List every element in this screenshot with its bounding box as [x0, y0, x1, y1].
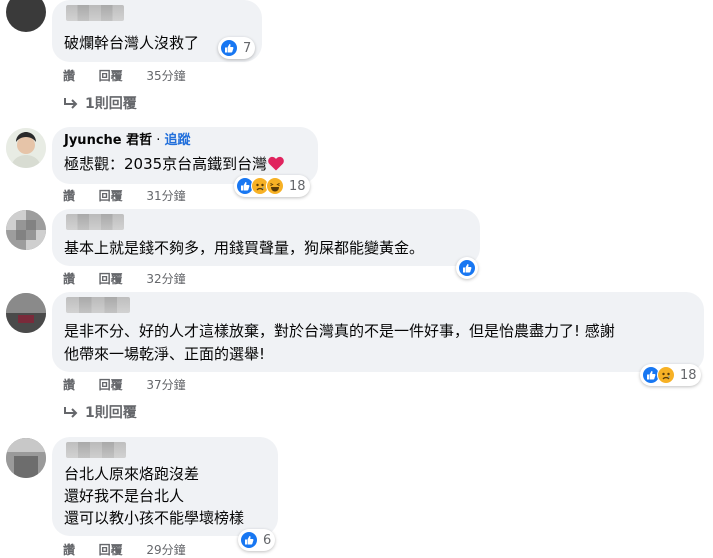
reaction-count: 6 — [263, 532, 272, 548]
comment-text-line: 台北人原來烙跑沒差 — [64, 465, 200, 483]
reply-link[interactable]: 回覆 — [99, 69, 123, 83]
blurred-author-name — [66, 297, 130, 313]
comment-actions: 讚 回覆 32分鐘 — [63, 270, 186, 287]
comment-text-line: 極悲觀：2035京台高鐵到台灣 — [64, 155, 268, 173]
reaction-summary[interactable]: 6 — [238, 529, 276, 551]
reaction-summary[interactable]: 18 — [640, 364, 701, 386]
heart-icon — [268, 156, 284, 171]
comment-bubble: 是非不分、好的人才這樣放棄，對於台灣真的不是一件好事，但是怡農盡力了! 感謝 他… — [52, 292, 704, 372]
comment-text-line: 是非不分、好的人才這樣放棄，對於台灣真的不是一件好事，但是怡農盡力了! 感謝 — [64, 322, 615, 340]
like-link[interactable]: 讚 — [63, 189, 75, 203]
timestamp[interactable]: 37分鐘 — [146, 378, 185, 392]
blurred-avatar-image — [6, 438, 46, 478]
reaction-count: 18 — [680, 367, 697, 383]
timestamp[interactable]: 35分鐘 — [146, 69, 185, 83]
comment-actions: 讚 回覆 35分鐘 — [63, 67, 186, 84]
thumbs-up-icon — [240, 531, 258, 549]
reaction-summary[interactable]: 18 — [234, 175, 310, 197]
reaction-count: 7 — [243, 40, 252, 56]
reply-arrow-icon — [64, 407, 78, 418]
avatar[interactable] — [6, 293, 46, 333]
comment-text-line: 還好我不是台北人 — [64, 487, 185, 505]
like-link[interactable]: 讚 — [63, 69, 75, 83]
comment-text: 破爛幹台灣人沒救了 — [64, 34, 200, 52]
comment-text-line: 還可以教小孩不能學壞榜樣 — [64, 509, 245, 527]
blurred-author-name — [66, 214, 124, 230]
comment-actions: 讚 回覆 37分鐘 — [63, 376, 186, 393]
thumbs-up-icon — [458, 259, 476, 277]
reply-link[interactable]: 回覆 — [99, 543, 123, 557]
blurred-author-name — [66, 5, 124, 21]
separator: · — [156, 133, 161, 148]
comment-bubble: 台北人原來烙跑沒差 還好我不是台北人 還可以教小孩不能學壞榜樣 — [52, 437, 278, 536]
reaction-summary[interactable]: 7 — [218, 37, 256, 59]
like-link[interactable]: 讚 — [63, 378, 75, 392]
reply-arrow-icon — [64, 98, 78, 109]
avatar[interactable] — [6, 128, 46, 168]
reply-link[interactable]: 回覆 — [99, 272, 123, 286]
view-replies-link[interactable]: 1則回覆 — [63, 93, 137, 113]
avatar[interactable] — [6, 210, 46, 250]
haha-face-icon — [266, 177, 284, 195]
author-name[interactable]: Jyunche 君哲 — [64, 133, 152, 148]
reaction-summary[interactable] — [456, 257, 478, 279]
sad-face-icon — [657, 366, 675, 384]
avatar-person-icon — [6, 128, 46, 168]
blurred-avatar-image — [6, 210, 46, 250]
reply-link[interactable]: 回覆 — [99, 189, 123, 203]
comment-text: 基本上就是錢不夠多，用錢買聲量，狗屎都能變黃金。 — [64, 239, 425, 257]
view-replies-label: 1則回覆 — [85, 96, 137, 112]
blurred-author-name — [66, 442, 126, 458]
comment-actions: 讚 回覆 29分鐘 — [63, 541, 186, 558]
comment-text: 極悲觀：2035京台高鐵到台灣 — [64, 153, 284, 175]
timestamp[interactable]: 32分鐘 — [146, 272, 185, 286]
like-link[interactable]: 讚 — [63, 543, 75, 557]
view-replies-label: 1則回覆 — [85, 405, 137, 421]
avatar[interactable] — [6, 0, 46, 32]
timestamp[interactable]: 31分鐘 — [146, 189, 185, 203]
like-link[interactable]: 讚 — [63, 272, 75, 286]
timestamp[interactable]: 29分鐘 — [146, 543, 185, 557]
view-replies-link[interactable]: 1則回覆 — [63, 402, 137, 422]
comment-author[interactable]: Jyunche 君哲 · 追蹤 — [64, 132, 191, 150]
follow-link[interactable]: 追蹤 — [165, 133, 191, 148]
blurred-avatar-image — [6, 293, 46, 333]
thumbs-up-icon — [220, 39, 238, 57]
comment-actions: 讚 回覆 31分鐘 — [63, 187, 186, 204]
reaction-count: 18 — [289, 178, 306, 194]
comment-text-line: 他帶來一場乾淨、正面的選舉! — [64, 345, 266, 363]
reply-link[interactable]: 回覆 — [99, 378, 123, 392]
avatar[interactable] — [6, 438, 46, 478]
comment-bubble: 基本上就是錢不夠多，用錢買聲量，狗屎都能變黃金。 — [52, 209, 480, 266]
